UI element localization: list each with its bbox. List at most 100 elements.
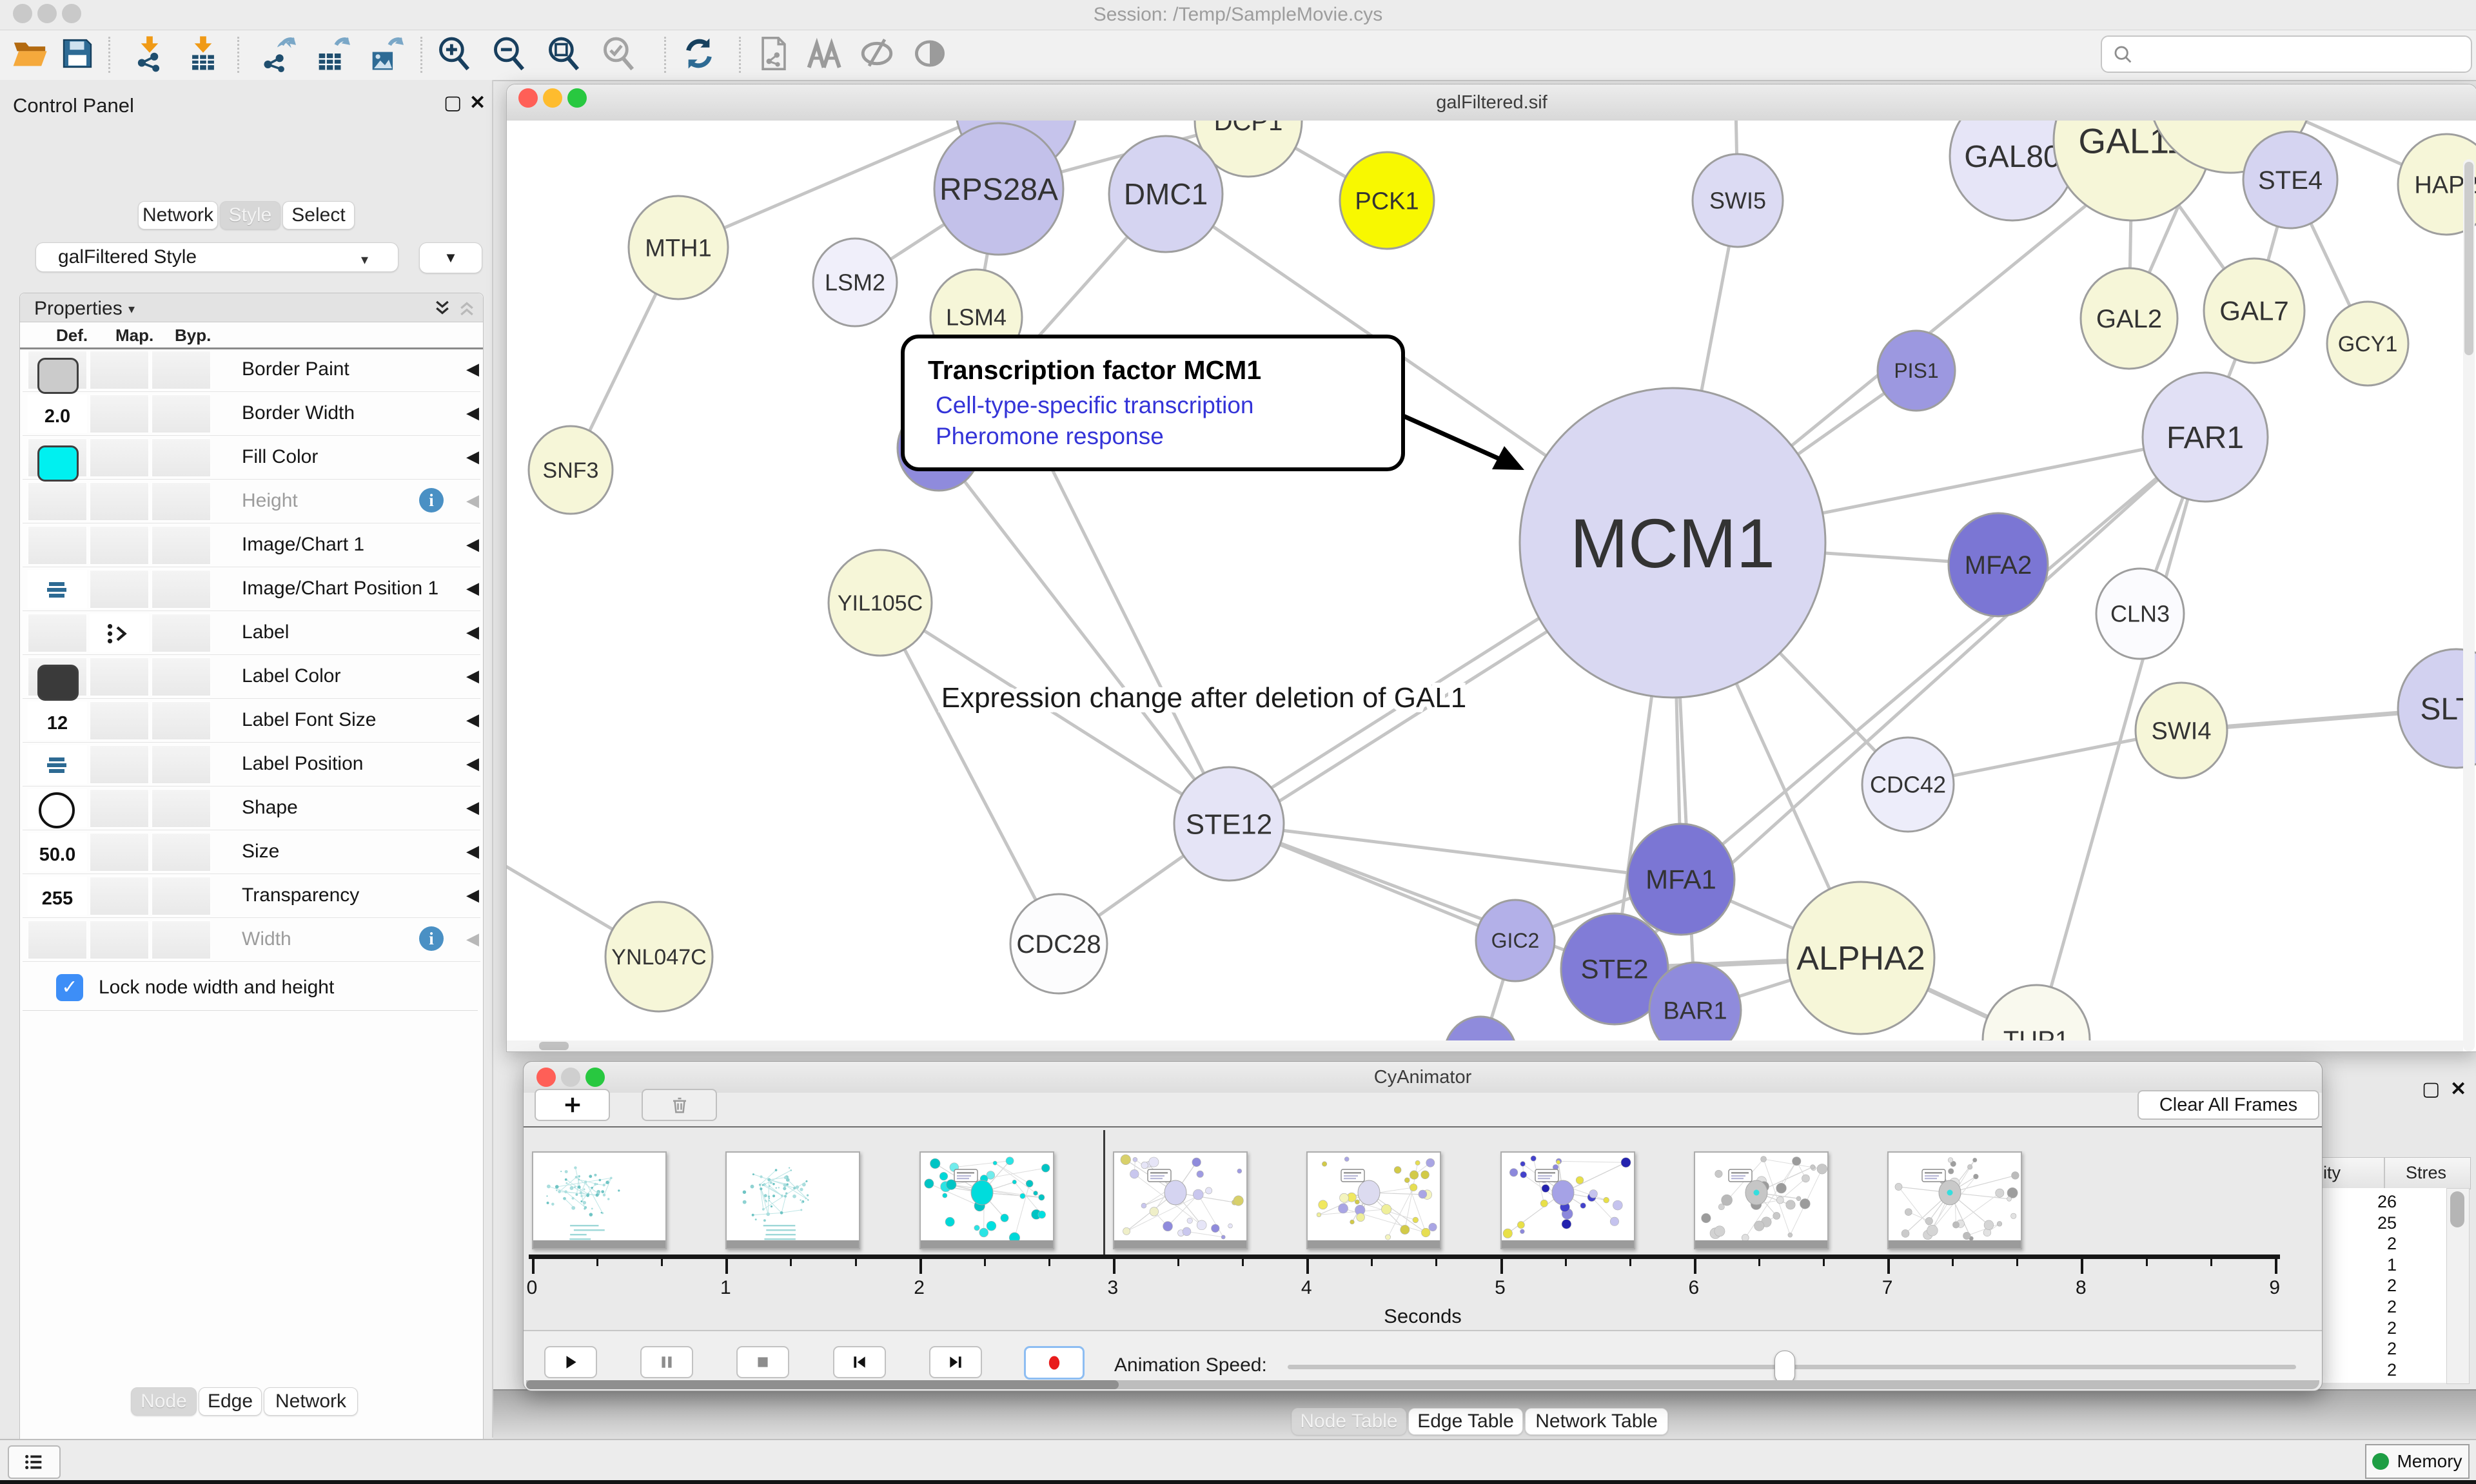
property-row-image-chart-position-1[interactable]: Image/Chart Position 1◀ bbox=[23, 567, 480, 611]
bypass-cell[interactable] bbox=[152, 438, 211, 477]
property-row-label[interactable]: Label◀ bbox=[23, 610, 480, 655]
expand-row-icon[interactable]: ◀ bbox=[466, 491, 479, 511]
delete-frame-button[interactable] bbox=[642, 1089, 717, 1121]
default-value-cell[interactable] bbox=[28, 570, 87, 609]
network-graph[interactable]: RPS28BDCP1RPS28ADMC1PCK1SWI5GAL80GAL11ST… bbox=[507, 121, 2476, 1051]
mapping-cell[interactable] bbox=[90, 570, 149, 609]
speed-slider-knob[interactable] bbox=[1774, 1351, 1795, 1384]
default-value-cell[interactable] bbox=[28, 745, 87, 784]
frame-thumbnail-3[interactable] bbox=[1113, 1151, 1248, 1249]
column-header[interactable]: ity bbox=[2323, 1163, 2341, 1183]
import-network-button[interactable] bbox=[129, 34, 170, 75]
annotation-callout[interactable]: Transcription factor MCM1 Cell-type-spec… bbox=[901, 335, 1405, 471]
table-cell-value[interactable]: 26 bbox=[2319, 1192, 2397, 1212]
expand-row-icon[interactable]: ◀ bbox=[466, 622, 479, 642]
default-value-cell[interactable] bbox=[28, 614, 87, 652]
frame-thumbnail-6[interactable] bbox=[1694, 1151, 1829, 1249]
expand-row-icon[interactable]: ◀ bbox=[466, 403, 479, 423]
tab-edge-table[interactable]: Edge Table bbox=[1408, 1408, 1523, 1435]
bypass-cell[interactable] bbox=[152, 658, 211, 696]
frame-thumbnail-7[interactable] bbox=[1887, 1151, 2022, 1249]
tab-style[interactable]: Style bbox=[220, 201, 280, 229]
bypass-cell[interactable] bbox=[152, 526, 211, 565]
expand-row-icon[interactable]: ◀ bbox=[466, 359, 479, 379]
hide-details-button[interactable] bbox=[856, 34, 898, 75]
open-session-button[interactable] bbox=[9, 34, 50, 75]
cyanimator-scrollbar[interactable] bbox=[526, 1380, 2319, 1389]
memory-button[interactable]: Memory bbox=[2365, 1444, 2470, 1479]
zoom-in-button[interactable] bbox=[433, 34, 475, 75]
bypass-cell[interactable] bbox=[152, 701, 211, 740]
bypass-cell[interactable] bbox=[152, 745, 211, 784]
cyanimator-titlebar[interactable]: CyAnimator bbox=[524, 1062, 2322, 1093]
tab-network[interactable]: Network bbox=[138, 201, 218, 229]
property-row-border-width[interactable]: 2.0Border Width◀ bbox=[23, 391, 480, 436]
bypass-cell[interactable] bbox=[152, 351, 211, 389]
property-row-image-chart-1[interactable]: Image/Chart 1◀ bbox=[23, 523, 480, 567]
network-hscrollbar[interactable] bbox=[507, 1040, 2463, 1051]
expand-row-icon[interactable]: ◀ bbox=[466, 710, 479, 730]
property-row-shape[interactable]: Shape◀ bbox=[23, 786, 480, 830]
expand-row-icon[interactable]: ◀ bbox=[466, 885, 479, 905]
mapping-cell[interactable] bbox=[90, 745, 149, 784]
network-canvas[interactable]: RPS28BDCP1RPS28ADMC1PCK1SWI5GAL80GAL11ST… bbox=[507, 121, 2476, 1051]
default-value-cell[interactable]: 12 bbox=[28, 701, 87, 740]
frame-thumbnail-1[interactable] bbox=[725, 1151, 860, 1249]
default-value-cell[interactable]: 255 bbox=[28, 877, 87, 915]
zoom-fit-button[interactable] bbox=[543, 34, 584, 75]
callout-link[interactable]: Pheromone response bbox=[936, 423, 1401, 450]
mapping-cell[interactable] bbox=[90, 877, 149, 915]
scrollbar-thumb[interactable] bbox=[2464, 162, 2473, 355]
bypass-cell[interactable] bbox=[152, 833, 211, 872]
add-frame-button[interactable] bbox=[535, 1089, 610, 1121]
default-value-cell[interactable] bbox=[28, 789, 87, 828]
info-icon[interactable]: i bbox=[419, 488, 444, 513]
info-icon[interactable]: i bbox=[419, 926, 444, 951]
edge-STE12-STE2[interactable] bbox=[1229, 824, 1615, 969]
mapping-cell[interactable] bbox=[90, 658, 149, 696]
collapse-all-icon[interactable] bbox=[457, 298, 477, 318]
property-row-label-color[interactable]: Label Color◀ bbox=[23, 654, 480, 699]
scrollbar-thumb[interactable] bbox=[2450, 1191, 2464, 1227]
expand-row-icon[interactable]: ◀ bbox=[466, 447, 479, 467]
expand-row-icon[interactable]: ◀ bbox=[466, 841, 479, 861]
default-value-cell[interactable] bbox=[28, 351, 87, 389]
float-panel-icon[interactable]: ▢ bbox=[2422, 1078, 2440, 1100]
property-row-size[interactable]: 50.0Size◀ bbox=[23, 830, 480, 874]
export-table-button[interactable] bbox=[311, 34, 352, 75]
property-row-transparency[interactable]: 255Transparency◀ bbox=[23, 874, 480, 918]
skip-end-button[interactable] bbox=[929, 1346, 982, 1378]
close-panel-icon[interactable]: ✕ bbox=[2450, 1078, 2466, 1100]
table-cell-value[interactable]: 25 bbox=[2319, 1213, 2397, 1233]
close-panel-icon[interactable]: ✕ bbox=[469, 92, 486, 114]
bypass-cell[interactable] bbox=[152, 570, 211, 609]
default-value-cell[interactable] bbox=[28, 438, 87, 477]
tab-network[interactable]: Network bbox=[264, 1387, 358, 1416]
style-options-button[interactable]: ▼ bbox=[419, 242, 482, 273]
default-value-cell[interactable]: 50.0 bbox=[28, 833, 87, 872]
property-row-height[interactable]: Heighti◀ bbox=[23, 479, 480, 523]
default-value-cell[interactable] bbox=[28, 658, 87, 696]
float-panel-icon[interactable]: ▢ bbox=[444, 92, 462, 114]
property-row-label-font-size[interactable]: 12Label Font Size◀ bbox=[23, 698, 480, 743]
mapping-cell[interactable] bbox=[90, 789, 149, 828]
bypass-cell[interactable] bbox=[152, 395, 211, 433]
lock-size-checkbox[interactable]: ✓ bbox=[56, 974, 83, 1001]
scrollbar-thumb[interactable] bbox=[526, 1380, 1119, 1389]
skip-start-button[interactable] bbox=[833, 1346, 886, 1378]
default-value-cell[interactable] bbox=[28, 482, 87, 521]
table-cell-value[interactable]: 2 bbox=[2319, 1297, 2397, 1317]
zoom-out-button[interactable] bbox=[488, 34, 529, 75]
mapping-cell[interactable] bbox=[90, 438, 149, 477]
expand-row-icon[interactable]: ◀ bbox=[466, 754, 479, 774]
tab-edge[interactable]: Edge bbox=[199, 1387, 262, 1416]
mapping-cell[interactable] bbox=[90, 526, 149, 565]
clear-all-frames-button[interactable]: Clear All Frames bbox=[2137, 1090, 2319, 1120]
default-value-cell[interactable]: 2.0 bbox=[28, 395, 87, 433]
table-cell-value[interactable]: 2 bbox=[2319, 1360, 2397, 1380]
frame-thumbnail-2[interactable] bbox=[919, 1151, 1054, 1249]
play-button[interactable] bbox=[544, 1346, 597, 1378]
mapping-cell[interactable] bbox=[90, 833, 149, 872]
tab-select[interactable]: Select bbox=[282, 201, 355, 229]
frame-thumbnail-5[interactable] bbox=[1500, 1151, 1635, 1249]
